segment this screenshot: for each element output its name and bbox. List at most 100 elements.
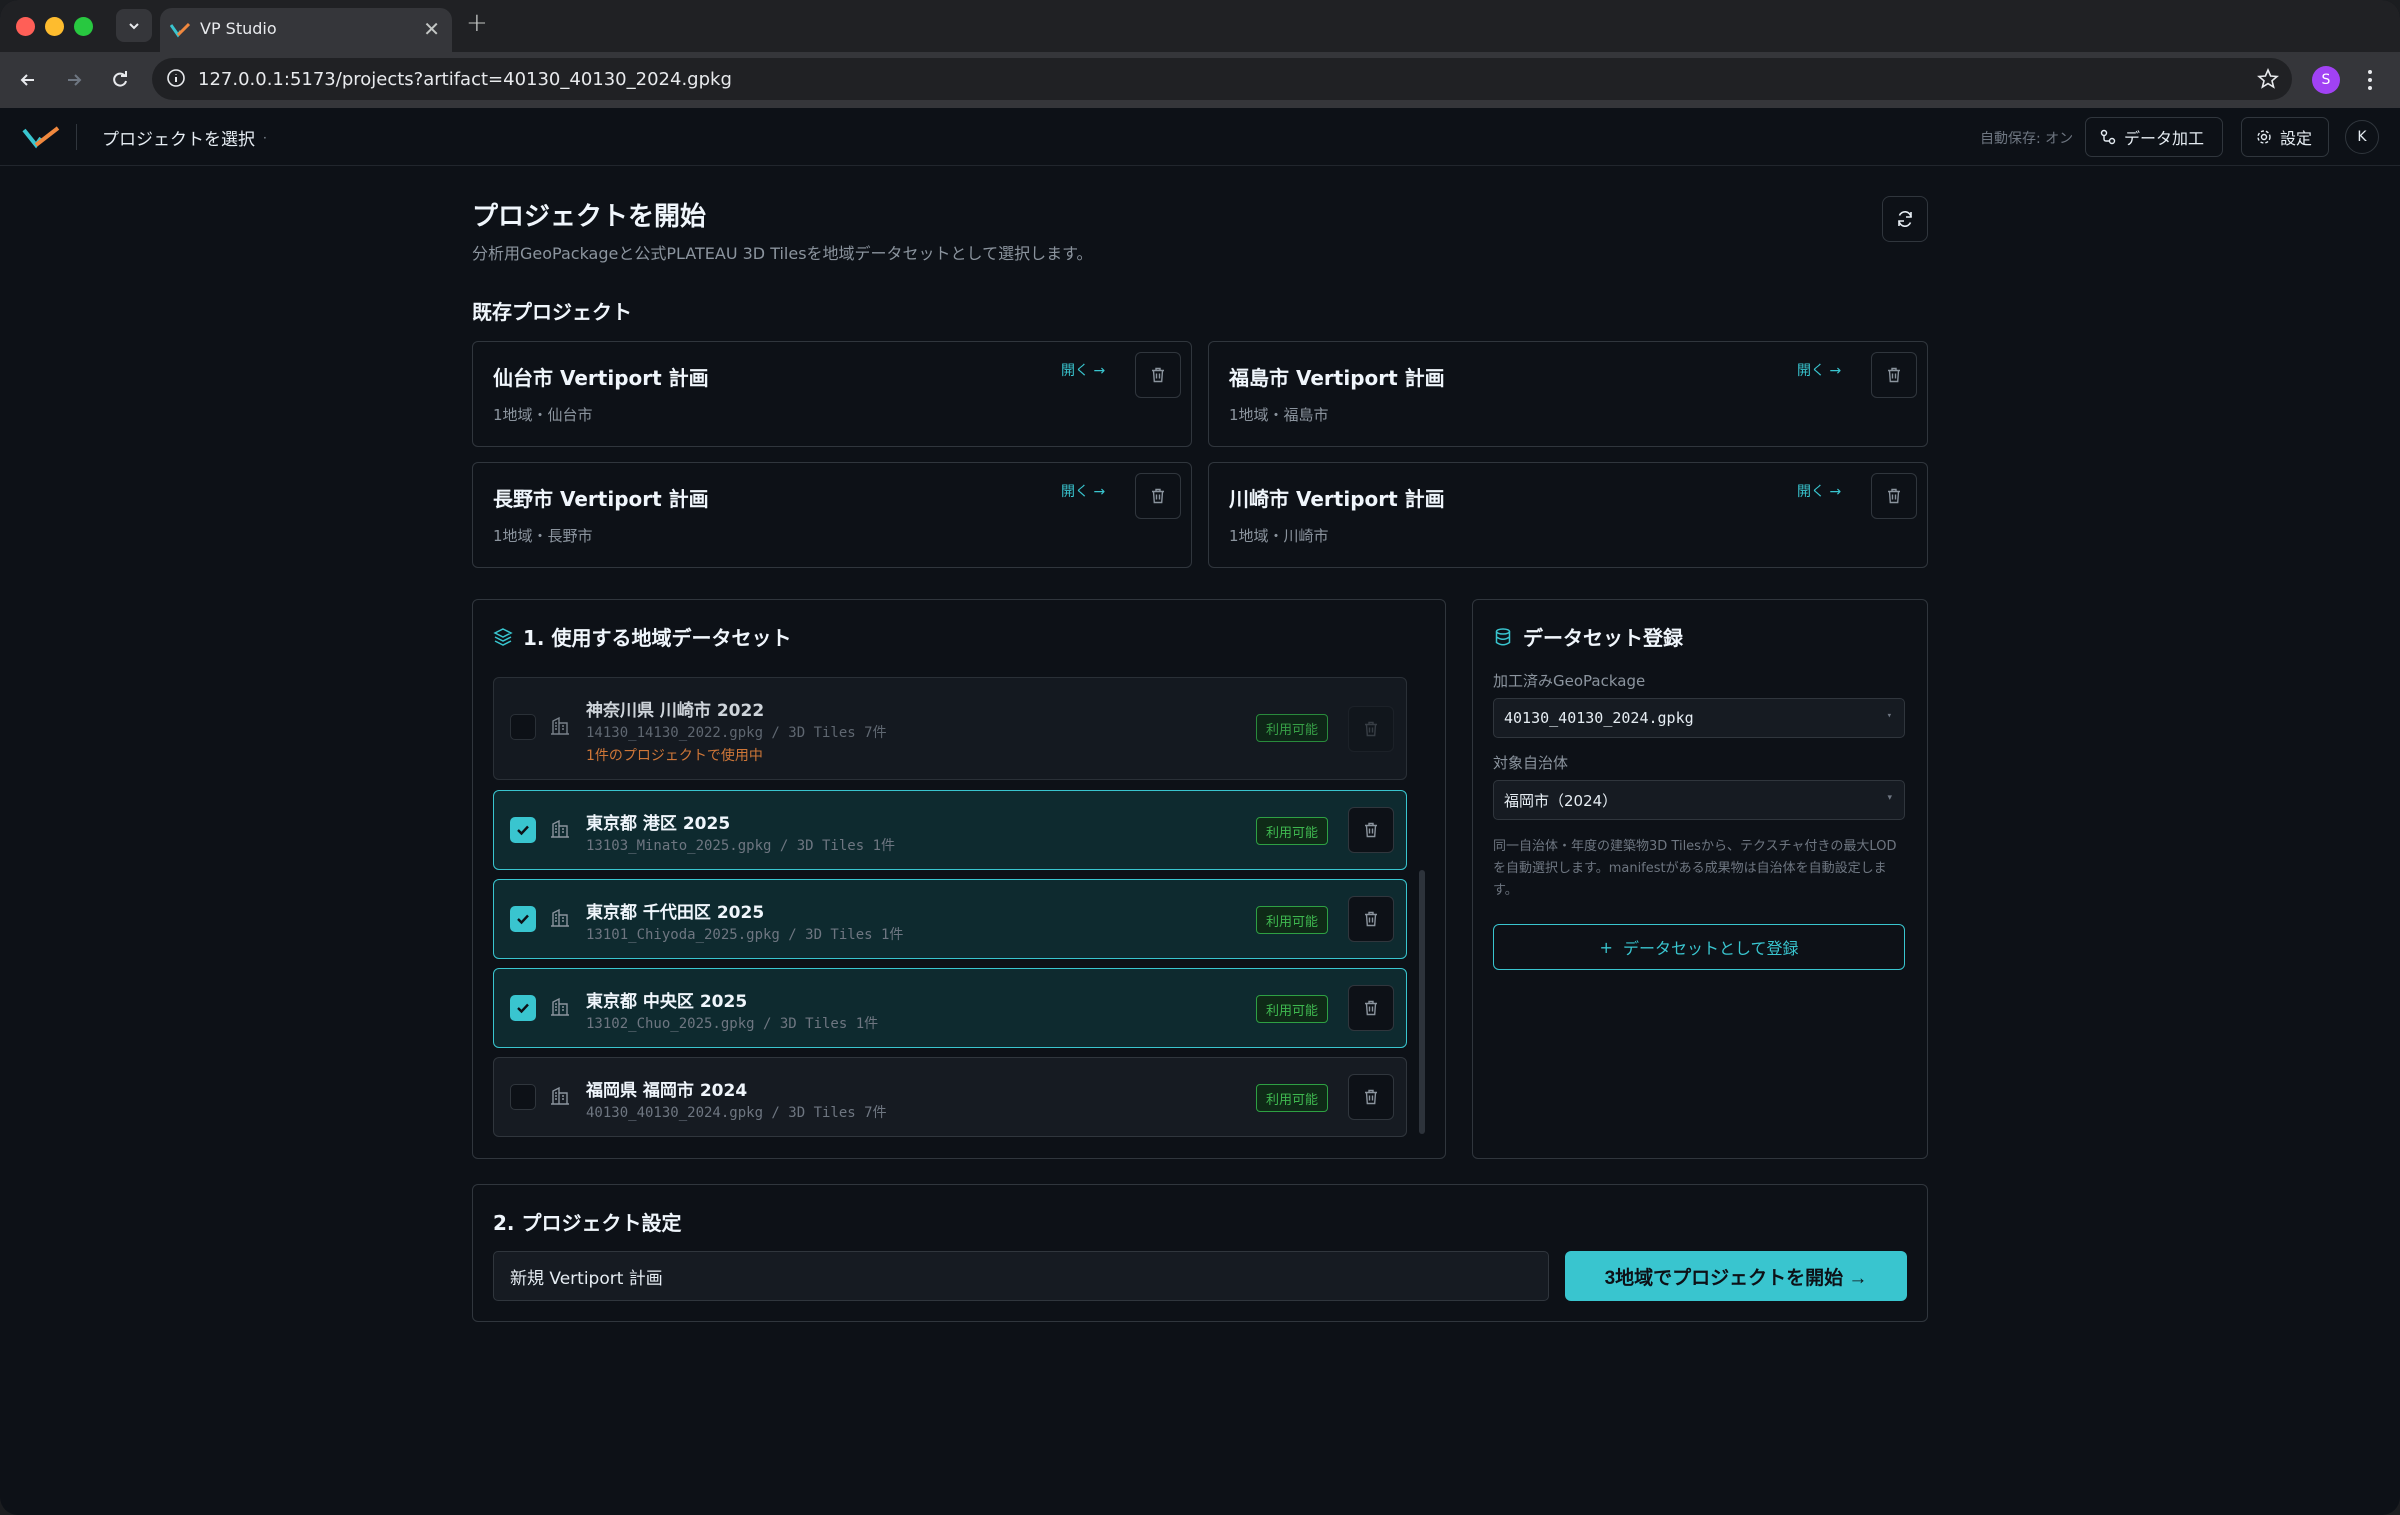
delete-project-button[interactable] — [1871, 352, 1917, 398]
dataset-file: 13102_Chuo_2025.gpkg / 3D Tiles 1件 — [586, 1016, 879, 1032]
project-name-input[interactable] — [493, 1251, 1549, 1301]
dataset-file: 13101_Chiyoda_2025.gpkg / 3D Tiles 1件 — [586, 927, 904, 943]
dataset-checkbox[interactable] — [510, 714, 536, 740]
tab-title: VP Studio — [200, 19, 277, 38]
dataset-row[interactable]: 神奈川県 川崎市 2022 14130_14130_2022.gpkg / 3D… — [493, 677, 1407, 780]
dataset-file: 40130_40130_2024.gpkg / 3D Tiles 7件 — [586, 1105, 887, 1121]
data-processing-button[interactable]: データ加工 — [2085, 117, 2223, 157]
minimize-window-button[interactable] — [45, 17, 64, 36]
vp-logo-icon — [170, 22, 190, 38]
refresh-icon — [1898, 211, 1912, 227]
tab-close-icon[interactable]: ✕ — [423, 17, 440, 41]
delete-dataset-button[interactable] — [1348, 706, 1394, 752]
app-window: VP Studio ✕ + 127.0.0.1:5173/projects?ar… — [0, 0, 2400, 1515]
refresh-button[interactable] — [1882, 196, 1928, 242]
project-card[interactable]: 仙台市 Vertiport 計画 1地域・仙台市 開く → — [472, 341, 1192, 447]
trash-icon — [1152, 488, 1164, 504]
dataset-checkbox[interactable] — [510, 817, 536, 843]
building-icon — [551, 908, 569, 927]
trash-icon — [1365, 1089, 1377, 1105]
select-caret-icon: ▾ — [1886, 711, 1892, 721]
register-heading: データセット登録 — [1493, 622, 1683, 651]
project-name: 福島市 Vertiport 計画 — [1229, 366, 1445, 390]
open-project-link[interactable]: 開く → — [1797, 360, 1841, 380]
chevron-icon: · — [263, 130, 267, 145]
settings-label: 設定 — [2280, 129, 2313, 148]
arrow-right-icon — [68, 74, 82, 86]
layers-icon — [493, 627, 513, 646]
dataset-row[interactable]: 東京都 中央区 2025 13102_Chuo_2025.gpkg / 3D T… — [493, 968, 1407, 1048]
municipality-field-label: 対象自治体 — [1493, 754, 1569, 772]
dataset-usage-warning: 1件のプロジェクトで使用中 — [586, 748, 763, 764]
project-meta: 1地域・福島市 — [1229, 406, 1329, 424]
browser-menu-icon[interactable] — [2362, 64, 2378, 96]
new-tab-button[interactable]: + — [466, 8, 488, 38]
open-project-link[interactable]: 開く → — [1797, 481, 1841, 501]
trash-icon — [1365, 1000, 1377, 1016]
gpkg-field-label: 加工済みGeoPackage — [1493, 672, 1646, 690]
url-text[interactable]: 127.0.0.1:5173/projects?artifact=40130_4… — [198, 69, 732, 90]
checkmark-icon — [517, 1003, 529, 1014]
trash-icon — [1152, 367, 1164, 383]
municipality-select-value: 福岡市（2024） — [1504, 791, 1618, 810]
header-divider — [76, 124, 77, 150]
browser-tab-active[interactable]: VP Studio ✕ — [160, 8, 452, 52]
user-avatar[interactable]: K — [2345, 120, 2379, 154]
dataset-name: 東京都 千代田区 2025 — [586, 903, 765, 923]
dataset-list-scrollbar[interactable] — [1419, 870, 1425, 1134]
back-button[interactable] — [12, 64, 44, 96]
start-project-button[interactable]: 3地域でプロジェクトを開始 → — [1565, 1251, 1907, 1301]
project-name: 仙台市 Vertiport 計画 — [493, 366, 709, 390]
info-icon[interactable] — [166, 68, 186, 88]
open-project-link[interactable]: 開く → — [1061, 360, 1105, 380]
autosave-status: 自動保存: オン — [1980, 131, 2074, 147]
project-card[interactable]: 福島市 Vertiport 計画 1地域・福島市 開く → — [1208, 341, 1928, 447]
gear-icon — [2257, 130, 2271, 144]
delete-project-button[interactable] — [1135, 473, 1181, 519]
delete-dataset-button[interactable] — [1348, 807, 1394, 853]
vp-logo-icon[interactable] — [22, 125, 60, 149]
dataset-row[interactable]: 東京都 港区 2025 13103_Minato_2025.gpkg / 3D … — [493, 790, 1407, 870]
chevron-down-icon — [129, 22, 139, 29]
status-badge: 利用可能 — [1256, 995, 1329, 1023]
dataset-row[interactable]: 福岡県 福岡市 2024 40130_40130_2024.gpkg / 3D … — [493, 1057, 1407, 1137]
browser-profile-avatar[interactable]: S — [2312, 66, 2340, 94]
link-icon — [2100, 129, 2116, 145]
trash-icon — [1888, 367, 1900, 383]
register-dataset-button[interactable]: + データセットとして登録 — [1493, 924, 1905, 970]
bookmark-star-icon[interactable] — [2256, 67, 2280, 91]
trash-icon — [1888, 488, 1900, 504]
delete-project-button[interactable] — [1135, 352, 1181, 398]
delete-dataset-button[interactable] — [1348, 985, 1394, 1031]
dataset-checkbox[interactable] — [510, 906, 536, 932]
project-card[interactable]: 長野市 Vertiport 計画 1地域・長野市 開く → — [472, 462, 1192, 568]
dataset-checkbox[interactable] — [510, 1084, 536, 1110]
dataset-checkbox[interactable] — [510, 995, 536, 1021]
reload-button[interactable] — [104, 64, 136, 96]
database-icon — [1495, 627, 1511, 645]
delete-project-button[interactable] — [1871, 473, 1917, 519]
delete-dataset-button[interactable] — [1348, 1074, 1394, 1120]
regional-datasets-panel: 1. 使用する地域データセット 神奈川県 川崎市 2022 14130_1413… — [472, 599, 1446, 1159]
status-badge: 利用可能 — [1256, 1084, 1329, 1112]
browser-tabstrip: VP Studio ✕ + — [0, 0, 2400, 52]
reload-icon — [113, 71, 127, 87]
maximize-window-button[interactable] — [74, 17, 93, 36]
project-meta: 1地域・川崎市 — [1229, 527, 1329, 545]
delete-dataset-button[interactable] — [1348, 896, 1394, 942]
app-header: プロジェクトを選択 · 自動保存: オン データ加工 設定 K — [0, 108, 2400, 166]
dataset-file: 14130_14130_2022.gpkg / 3D Tiles 7件 — [586, 725, 887, 741]
forward-button[interactable] — [58, 64, 90, 96]
project-card[interactable]: 川崎市 Vertiport 計画 1地域・川崎市 開く → — [1208, 462, 1928, 568]
address-bar[interactable]: 127.0.0.1:5173/projects?artifact=40130_4… — [152, 58, 2292, 100]
open-project-link[interactable]: 開く → — [1061, 481, 1105, 501]
dataset-row[interactable]: 東京都 千代田区 2025 13101_Chiyoda_2025.gpkg / … — [493, 879, 1407, 959]
project-selector[interactable]: プロジェクトを選択 · — [102, 125, 267, 150]
gpkg-select-value: 40130_40130_2024.gpkg — [1504, 709, 1694, 727]
gpkg-select[interactable]: 40130_40130_2024.gpkg ▾ — [1493, 698, 1905, 738]
project-name: 長野市 Vertiport 計画 — [493, 487, 709, 511]
settings-button[interactable]: 設定 — [2241, 117, 2329, 157]
tab-search-button[interactable] — [116, 9, 152, 42]
municipality-select[interactable]: 福岡市（2024） ▾ — [1493, 780, 1905, 820]
close-window-button[interactable] — [16, 17, 35, 36]
